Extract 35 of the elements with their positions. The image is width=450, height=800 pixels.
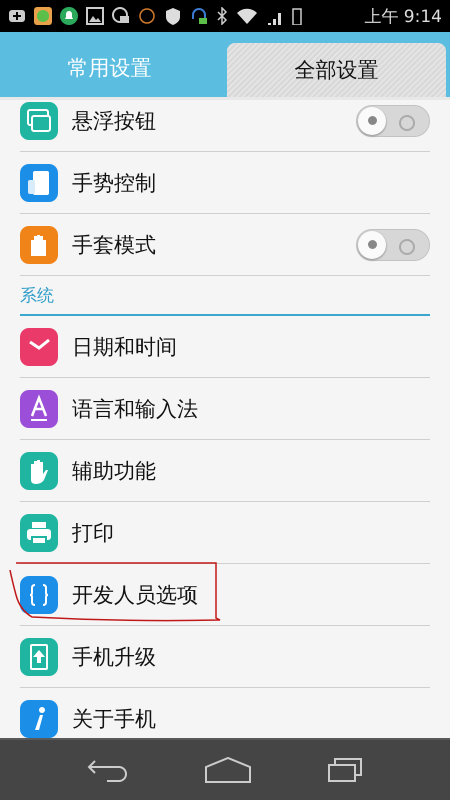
setting-label[interactable]: 手势控制 xyxy=(72,168,156,196)
home-button[interactable] xyxy=(204,757,252,783)
back-button[interactable] xyxy=(87,758,130,782)
braces-icon xyxy=(20,576,58,614)
tab[interactable]: 全部设置 xyxy=(227,43,446,97)
setting-label[interactable]: 语言和输入法 xyxy=(72,394,198,422)
clock-time: 上午 9:14 xyxy=(364,6,442,28)
recent-apps-button[interactable] xyxy=(326,757,363,783)
bluetooth-icon xyxy=(216,7,228,25)
wifi-icon xyxy=(236,7,258,25)
upgrade-icon xyxy=(20,638,58,676)
setting-label[interactable]: 日期和时间 xyxy=(72,332,177,360)
info-icon xyxy=(20,700,58,738)
setting-label[interactable]: 辅助功能 xyxy=(72,456,156,484)
section-title: 系统 xyxy=(20,284,54,306)
toggle-switch[interactable] xyxy=(356,104,430,136)
setting-label[interactable]: 关于手机 xyxy=(72,704,156,732)
image-icon xyxy=(86,7,104,25)
add-icon xyxy=(8,7,26,25)
clock-icon xyxy=(20,328,58,366)
setting-label[interactable]: 开发人员选项 xyxy=(72,580,198,608)
letter-icon xyxy=(20,390,58,428)
windows-icon xyxy=(20,102,58,140)
setting-label[interactable]: 打印 xyxy=(72,518,114,546)
phone-hand-icon xyxy=(20,164,58,202)
battery-icon xyxy=(292,7,302,25)
setting-label[interactable]: 手机升级 xyxy=(72,642,156,670)
setting-label[interactable]: 悬浮按钮 xyxy=(72,106,156,134)
printer-icon xyxy=(20,514,58,552)
bell-icon xyxy=(60,7,78,25)
shield-icon xyxy=(164,7,182,25)
app-icon xyxy=(34,7,52,25)
headset-icon xyxy=(190,7,208,25)
setting-label[interactable]: 手套模式 xyxy=(72,230,156,258)
toggle-switch[interactable] xyxy=(356,228,430,260)
